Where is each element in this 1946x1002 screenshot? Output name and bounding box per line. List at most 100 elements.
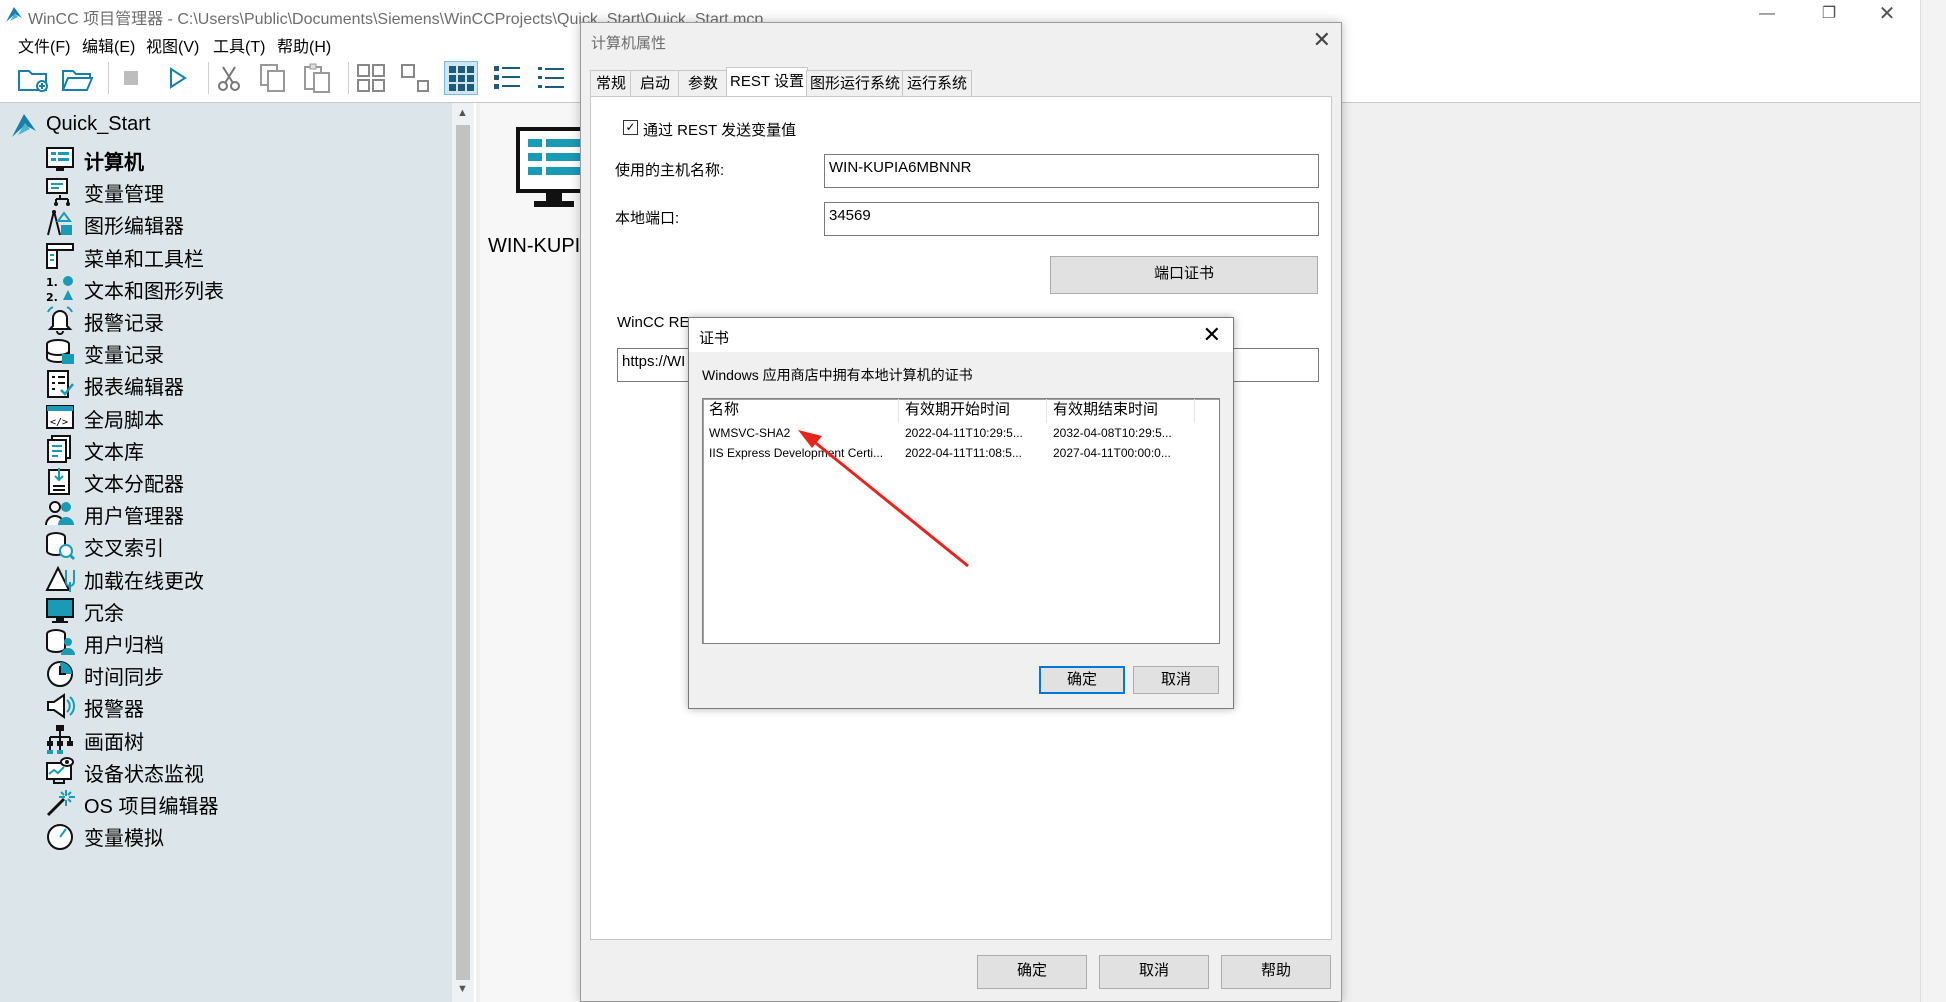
send-tag-values-label: 通过 REST 发送变量值 <box>643 122 797 139</box>
open-project-button[interactable] <box>60 61 94 95</box>
cert-valid-to-cell: 2032-04-08T10:29:5... <box>1053 426 1172 440</box>
tree-item-label: 计算机 <box>84 152 144 174</box>
tree-item-label: 图形编辑器 <box>84 216 184 239</box>
tree-item[interactable]: 报表编辑器 <box>44 366 444 400</box>
tree-item-label: OS 项目编辑器 <box>84 796 219 818</box>
hostname-field[interactable]: WIN-KUPIA6MBNNR <box>824 154 1319 188</box>
tree-item-label: 报警记录 <box>84 313 164 335</box>
port-certificate-button[interactable]: 端口证书 <box>1050 256 1318 294</box>
tree-item[interactable]: 报警器 <box>44 688 444 722</box>
tree-item[interactable]: OS 项目编辑器 <box>44 785 444 819</box>
table-row[interactable]: IIS Express Development Certi... 2022-04… <box>703 443 1219 463</box>
online-change-icon <box>44 562 76 594</box>
restore-button[interactable]: ❐ <box>1806 0 1852 28</box>
play-icon <box>170 67 187 89</box>
time-sync-icon <box>44 658 76 690</box>
tree-item[interactable]: 图形编辑器 <box>44 205 444 239</box>
tree-item[interactable]: </> 全局脚本 <box>44 399 444 433</box>
horn-icon <box>44 690 76 722</box>
computer-node-pane: WIN-KUPIA <box>480 103 594 1002</box>
paste-button[interactable] <box>300 61 334 95</box>
tree-item-label: 用户归档 <box>84 635 164 657</box>
svg-text:1.: 1. <box>46 276 58 289</box>
tree-item[interactable]: 画面树 <box>44 721 444 755</box>
menu-help[interactable]: 帮助(H) <box>277 33 331 57</box>
dialog-close-icon[interactable]: ✕ <box>1313 27 1331 53</box>
column-header-valid-from[interactable]: 有效期开始时间 <box>899 399 1047 423</box>
column-header-valid-to[interactable]: 有效期结束时间 <box>1047 399 1195 423</box>
tree-item-label: 画面树 <box>84 731 144 754</box>
close-window-button[interactable]: ✕ <box>1864 0 1910 28</box>
copy-button[interactable] <box>256 61 290 95</box>
certificate-ok-button[interactable]: 确定 <box>1039 666 1125 694</box>
scroll-up-icon[interactable]: ▲ <box>457 107 468 119</box>
small-icons-button[interactable] <box>398 61 432 95</box>
activate-button[interactable] <box>160 61 194 95</box>
tab-parameters[interactable]: 参数 <box>678 70 728 96</box>
tree-item-label: 加载在线更改 <box>84 570 204 593</box>
alarm-bell-icon <box>44 304 76 336</box>
certificate-close-icon[interactable]: ✕ <box>1203 322 1221 348</box>
dialog-help-button[interactable]: 帮助 <box>1221 955 1331 989</box>
tree-item[interactable]: 文本分配器 <box>44 463 444 497</box>
cut-button[interactable] <box>212 61 246 95</box>
menu-tools[interactable]: 工具(T) <box>213 33 265 57</box>
grid-view-icon <box>449 66 474 91</box>
global-script-icon: </> <box>44 401 76 433</box>
port-field[interactable]: 34569 <box>824 202 1319 236</box>
tree-scrollbar[interactable]: ▲ ▼ <box>452 103 474 1002</box>
large-icons-button[interactable] <box>354 61 388 95</box>
menu-edit[interactable]: 编辑(E) <box>82 33 135 57</box>
stop-button[interactable] <box>114 61 148 95</box>
copy-icon <box>260 64 285 92</box>
dialog-cancel-button[interactable]: 取消 <box>1099 955 1209 989</box>
tree-item-label: 冗余 <box>84 602 124 625</box>
table-row[interactable]: WMSVC-SHA2 2022-04-11T10:29:5... 2032-04… <box>703 423 1219 443</box>
tree-item[interactable]: 交叉索引 <box>44 527 444 561</box>
menu-view[interactable]: 视图(V) <box>146 33 199 57</box>
report-designer-icon <box>44 368 76 400</box>
list-view-button[interactable] <box>490 61 524 95</box>
tab-graphics-runtime[interactable]: 图形运行系统 <box>806 70 904 96</box>
tree-item[interactable]: 用户管理器 <box>44 495 444 529</box>
tree-item[interactable]: 菜单和工具栏 <box>44 238 444 272</box>
user-archive-icon <box>44 626 76 658</box>
tag-management-icon <box>44 175 76 207</box>
tree-item[interactable]: 计算机 <box>44 141 444 175</box>
computer-node-label[interactable]: WIN-KUPIA <box>488 235 594 258</box>
tree-item[interactable]: 1. 2. 文本和图形列表 <box>44 270 444 304</box>
scrollbar-thumb[interactable] <box>456 125 470 980</box>
details-view-icon <box>538 67 564 88</box>
tree-item[interactable]: 冗余 <box>44 592 444 626</box>
details-view-button[interactable] <box>534 61 568 95</box>
toolbar-separator <box>208 62 209 94</box>
cross-reference-icon <box>44 529 76 561</box>
new-folder-icon <box>18 70 48 92</box>
tree-item[interactable]: 设备状态监视 <box>44 753 444 787</box>
tree-item[interactable]: 加载在线更改 <box>44 560 444 594</box>
user-admin-icon <box>44 497 76 529</box>
tab-rest-settings[interactable]: REST 设置 <box>726 67 808 98</box>
tree-item[interactable]: 变量管理 <box>44 173 444 207</box>
minimize-button[interactable]: — <box>1744 0 1790 28</box>
dialog-ok-button[interactable]: 确定 <box>977 955 1087 989</box>
new-project-button[interactable] <box>16 61 50 95</box>
tab-general[interactable]: 常规 <box>590 70 632 96</box>
grid-view-button[interactable] <box>444 61 478 95</box>
send-tag-values-checkbox[interactable]: ✓ <box>623 120 638 135</box>
tree-item[interactable]: 变量模拟 <box>44 817 444 851</box>
tab-runtime[interactable]: 运行系统 <box>902 70 972 96</box>
tab-startup[interactable]: 启动 <box>630 70 680 96</box>
tree-item[interactable]: 时间同步 <box>44 656 444 690</box>
tree-item-label: 菜单和工具栏 <box>84 248 204 271</box>
scroll-down-icon[interactable]: ▼ <box>457 983 468 995</box>
tree-item[interactable]: 文本库 <box>44 431 444 465</box>
tree-item[interactable]: 变量记录 <box>44 334 444 368</box>
certificate-description: Windows 应用商店中拥有本地计算机的证书 <box>702 367 973 383</box>
tree-item[interactable]: 用户归档 <box>44 624 444 658</box>
tree-item-label: 变量模拟 <box>84 828 164 851</box>
column-header-name[interactable]: 名称 <box>703 399 899 423</box>
menu-file[interactable]: 文件(F) <box>18 33 70 57</box>
certificate-cancel-button[interactable]: 取消 <box>1133 666 1219 694</box>
tree-item[interactable]: 报警记录 <box>44 302 444 336</box>
